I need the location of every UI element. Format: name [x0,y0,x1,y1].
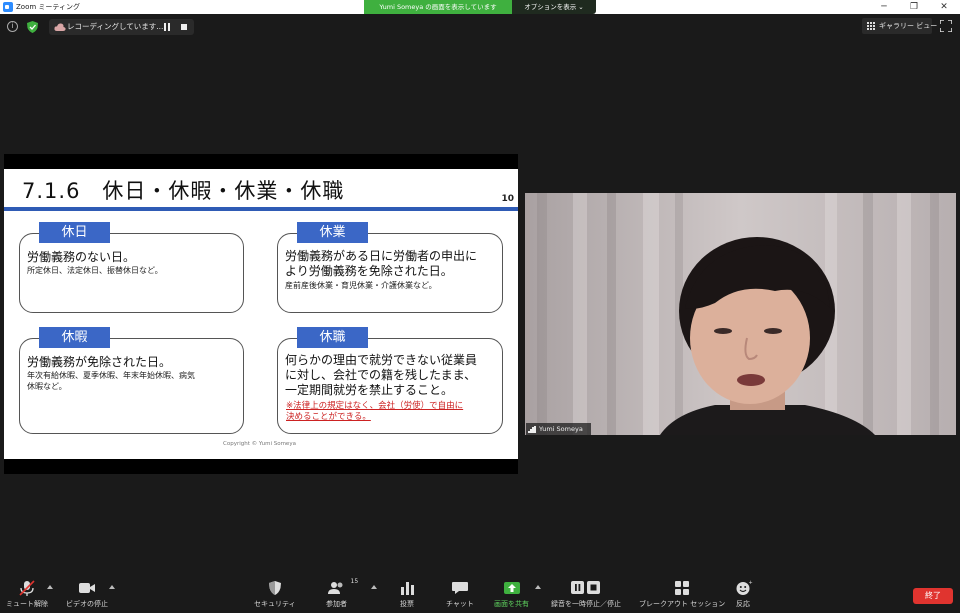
holiday-examples: 所定休日、法定休日、振替休日など。 [27,266,163,275]
leave-of-absence-note-line2: 決めることができる。 [286,412,371,422]
share-screen-arrow-icon [503,582,520,594]
recording-label: レコーディングしています... [67,22,164,31]
pause-stop-recording-icon [571,581,600,594]
leave-of-business-tag: 休業 [297,222,368,243]
share-screen-button[interactable]: 画面を共有 [494,580,529,609]
screen-share-banner: Yumi Someya の画面を表示しています [364,0,512,14]
chat-label: チャット [446,600,474,608]
minimize-button[interactable]: ─ [872,0,896,14]
audio-options-chevron[interactable] [47,585,53,589]
leave-of-business-definition-line1: 労働義務がある日に労働者の申出に [285,249,478,263]
polls-button[interactable]: 投票 [397,580,417,609]
fullscreen-icon[interactable] [940,20,952,32]
title-divider [4,207,518,211]
stop-video-button[interactable]: ビデオの停止 [66,580,108,609]
leave-of-business-examples: 産前産後休業・育児休業・介護休業など。 [285,281,437,290]
security-shield-icon [268,581,281,595]
slide-title: 7.1.6 休日・休暇・休業・休職 [22,179,345,203]
chat-bubble-icon [451,582,468,594]
pause-recording-icon[interactable] [163,23,171,31]
vacation-tag: 休暇 [39,327,110,348]
meeting-info-icon[interactable]: i [7,21,18,32]
close-button[interactable]: ✕ [932,0,956,14]
share-options-chevron[interactable] [535,585,541,589]
participants-count: 15 [350,578,359,585]
end-meeting-button[interactable]: 終了 [913,588,953,604]
encryption-shield-icon[interactable] [27,21,38,33]
participants-label: 参加者 [326,600,347,608]
video-camera-icon [79,583,95,593]
reactions-button[interactable]: + 反応 [733,580,753,609]
chat-button[interactable]: チャット [446,580,474,609]
share-screen-label: 画面を共有 [494,600,529,608]
meeting-toolbar [0,575,960,613]
speaker-video-image [525,193,956,435]
leave-of-absence-definition-line1: 何らかの理由で就労できない従業員 [285,353,478,367]
breakout-rooms-label: ブレークアウト セッション [639,600,726,608]
gallery-view-button[interactable]: ギャラリー ビュー [862,18,937,34]
slide-page-number: 10 [501,194,514,204]
speaker-name-label: Yumi Someya [526,423,591,435]
gallery-grid-icon [867,21,875,31]
video-options-chevron[interactable] [109,585,115,589]
participants-options-chevron[interactable] [371,585,377,589]
leave-of-absence-definition-line3: 一定期間就労を禁止すること。 [285,383,454,397]
holiday-tag: 休日 [39,222,110,243]
stop-recording-icon[interactable] [181,24,187,30]
stop-video-label: ビデオの停止 [66,600,108,608]
cloud-recording-icon [54,23,66,31]
participants-button[interactable]: 15 参加者 [326,578,358,609]
vacation-definition: 労働義務が免除された日。 [27,355,172,369]
security-label: セキュリティ [254,600,296,608]
speaker-name: Yumi Someya [539,425,583,433]
leave-of-absence-definition-line2: に対し、会社での籍を残したまま、 [285,368,477,382]
zoom-app-icon [3,2,13,12]
leave-of-business-definition-line2: より労働義務を免除された日。 [285,264,453,278]
window-title: Zoom ミーティング [16,3,80,11]
unmute-button[interactable]: ミュート解除 [6,580,48,609]
recording-controls-label: 録音を一時停止／停止 [551,600,621,608]
presentation-slide: 7.1.6 休日・休暇・休業・休職 10 休日 労働義務のない日。 所定休日、法… [4,169,518,459]
zoom-meeting-window: Zoom ミーティング Yumi Someya の画面を表示しています オプショ… [0,0,960,613]
slide-copyright: Copyright © Yumi Someya [223,441,296,447]
security-button[interactable]: セキュリティ [254,580,296,609]
leave-of-absence-note-line1: ※法律上の規定はなく、会社（労使）で自由に [286,401,464,411]
unmute-label: ミュート解除 [6,600,48,608]
vacation-examples-line2: 休暇など。 [27,382,67,391]
breakout-grid-icon [675,581,690,595]
vacation-examples-line1: 年次有給休暇、夏季休暇、年末年始休暇、病気 [27,371,195,380]
polls-label: 投票 [400,600,414,608]
breakout-rooms-button[interactable]: ブレークアウト セッション [639,580,725,609]
view-options-button[interactable]: オプションを表示 ⌄ [512,0,596,14]
holiday-definition: 労働義務のない日。 [27,250,136,264]
recording-controls-button[interactable]: 録音を一時停止／停止 [551,580,621,609]
leave-of-absence-tag: 休職 [297,327,368,348]
connection-signal-icon [528,425,536,433]
speaker-video-tile[interactable] [525,193,956,435]
svg-text:+: + [749,580,753,586]
participants-icon: 15 [327,578,358,596]
smiley-reaction-icon: + [736,580,753,595]
polls-chart-icon [401,582,414,595]
reactions-label: 反応 [736,600,750,608]
restore-button[interactable]: ❐ [902,0,926,14]
microphone-muted-icon [19,580,35,596]
gallery-view-label: ギャラリー ビュー [879,22,938,30]
